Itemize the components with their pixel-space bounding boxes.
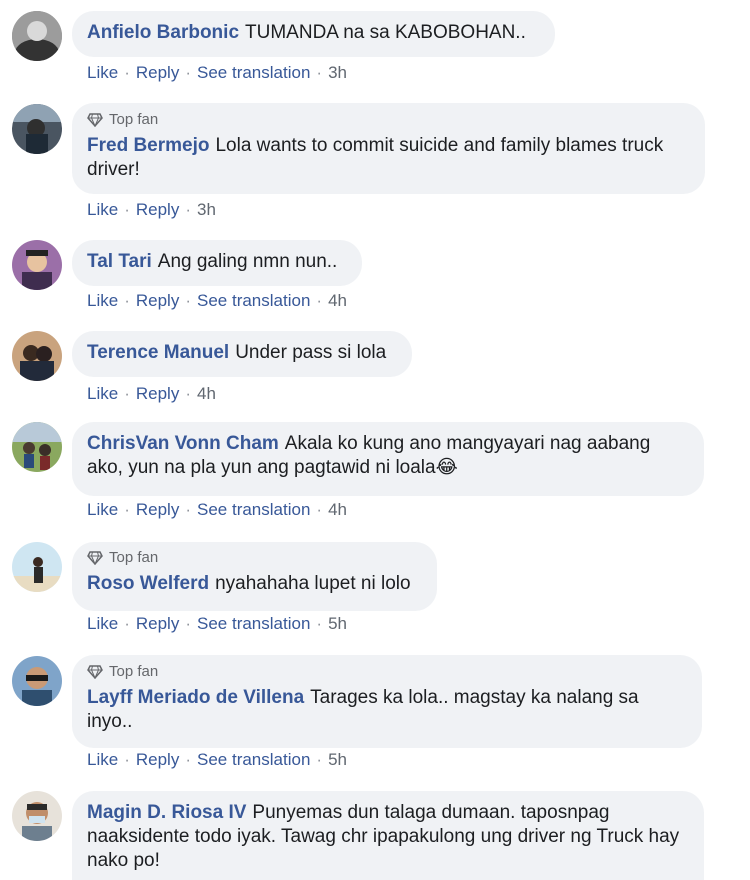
like-button[interactable]: Like xyxy=(87,750,118,769)
like-button[interactable]: Like xyxy=(87,384,118,403)
comment-author[interactable]: Magin D. Riosa IV xyxy=(87,802,246,823)
comment-bubble: Terence Manuel Under pass si lola xyxy=(72,331,412,377)
like-button[interactable]: Like xyxy=(87,291,118,310)
comment-text: nyahahaha lupet ni lolo xyxy=(215,573,411,594)
top-fan-badge: Top fan xyxy=(87,549,421,566)
see-translation-link[interactable]: See translation xyxy=(197,500,310,519)
comment-text: Ang galing nmn nun.. xyxy=(157,251,338,272)
comment-bubble: Anfielo Barbonic TUMANDA na sa KABOBOHAN.… xyxy=(72,11,555,57)
avatar[interactable] xyxy=(12,331,62,381)
see-translation-link[interactable]: See translation xyxy=(197,750,310,769)
avatar[interactable] xyxy=(12,104,62,154)
comment-author[interactable]: Roso Welferd xyxy=(87,573,209,594)
diamond-icon xyxy=(87,664,103,679)
comment-text: TUMANDA na sa KABOBOHAN.. xyxy=(245,22,526,43)
comment-bubble: Top fan Roso Welferd nyahahaha lupet ni l… xyxy=(72,542,437,611)
like-button[interactable]: Like xyxy=(87,63,118,82)
like-button[interactable]: Like xyxy=(87,500,118,519)
top-fan-badge: Top fan xyxy=(87,111,689,128)
avatar[interactable] xyxy=(12,11,62,61)
avatar[interactable] xyxy=(12,240,62,290)
like-button[interactable]: Like xyxy=(87,200,118,219)
diamond-icon xyxy=(87,550,103,565)
comment-actions: Like · Reply · See translation · 4h xyxy=(87,291,347,310)
comment-author[interactable]: Fred Bermejo xyxy=(87,135,209,156)
see-translation-link[interactable]: See translation xyxy=(197,291,310,310)
comment-author[interactable]: Terence Manuel xyxy=(87,342,229,363)
comment-time[interactable]: 3h xyxy=(197,200,216,219)
comment-bubble: Top fan Fred Bermejo Lola wants to commit… xyxy=(72,103,705,194)
comment-actions: Like · Reply · 4h xyxy=(87,384,216,403)
avatar[interactable] xyxy=(12,542,62,592)
comment-bubble: Magin D. Riosa IV Punyemas dun talaga dum… xyxy=(72,791,704,880)
comment-bubble: Top fan Layff Meriado de Villena Tarages … xyxy=(72,655,702,748)
comment-time[interactable]: 4h xyxy=(197,384,216,403)
comment-time[interactable]: 4h xyxy=(328,500,347,519)
comment-author[interactable]: Layff Meriado de Villena xyxy=(87,687,304,708)
comment-time[interactable]: 4h xyxy=(328,291,347,310)
comment-actions: Like · Reply · 3h xyxy=(87,200,216,219)
comment-actions: Like · Reply · See translation · 5h xyxy=(87,614,347,633)
top-fan-badge: Top fan xyxy=(87,663,686,680)
comment-author[interactable]: Tal Tari xyxy=(87,251,152,272)
diamond-icon xyxy=(87,112,103,127)
like-button[interactable]: Like xyxy=(87,614,118,633)
comment-author[interactable]: ChrisVan Vonn Cham xyxy=(87,433,279,454)
comment-actions: Like · Reply · See translation · 5h xyxy=(87,750,347,769)
comment-text: Under pass si lola xyxy=(235,342,387,363)
reply-button[interactable]: Reply xyxy=(136,500,179,519)
comment-actions: Like · Reply · See translation · 3h xyxy=(87,63,347,82)
avatar[interactable] xyxy=(12,656,62,706)
comment-actions: Like · Reply · See translation · 4h xyxy=(87,500,347,519)
comment-time[interactable]: 3h xyxy=(328,63,347,82)
comment-bubble: ChrisVan Vonn Cham Akala ko kung ano mang… xyxy=(72,422,704,496)
reply-button[interactable]: Reply xyxy=(136,200,179,219)
comment-time[interactable]: 5h xyxy=(328,614,347,633)
laughing-emoji-icon: 😂 xyxy=(435,457,458,478)
reply-button[interactable]: Reply xyxy=(136,750,179,769)
reply-button[interactable]: Reply xyxy=(136,291,179,310)
see-translation-link[interactable]: See translation xyxy=(197,614,310,633)
reply-button[interactable]: Reply xyxy=(136,614,179,633)
see-translation-link[interactable]: See translation xyxy=(197,63,310,82)
avatar[interactable] xyxy=(12,422,62,472)
comment-author[interactable]: Anfielo Barbonic xyxy=(87,22,239,43)
reply-button[interactable]: Reply xyxy=(136,63,179,82)
comment-bubble: Tal Tari Ang galing nmn nun.. xyxy=(72,240,362,286)
reply-button[interactable]: Reply xyxy=(136,384,179,403)
avatar[interactable] xyxy=(12,791,62,841)
comment-time[interactable]: 5h xyxy=(328,750,347,769)
